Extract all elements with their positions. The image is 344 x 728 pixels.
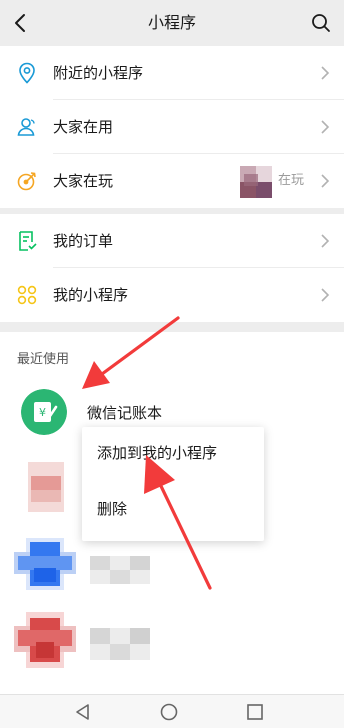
nav-home-icon[interactable]: [158, 701, 180, 723]
add-to-my-mini-programs-option[interactable]: 添加到我的小程序: [97, 433, 217, 473]
menu-item-label: 大家在用: [53, 118, 114, 136]
top-bar: 小程序: [0, 0, 344, 46]
search-icon: [312, 14, 330, 32]
playing-status-text: 在玩: [277, 173, 304, 188]
chevron-right-icon: [321, 288, 330, 302]
delete-option[interactable]: 删除: [97, 489, 127, 529]
menu-item-label: 附近的小程序: [53, 64, 144, 82]
blurred-app-name: [90, 628, 150, 660]
menu-item-orders[interactable]: 我的订单: [0, 214, 344, 268]
grid-circles-icon: [17, 285, 37, 305]
menu-item-label: 我的订单: [53, 232, 114, 250]
svg-text:¥: ¥: [39, 406, 46, 419]
chevron-right-icon: [321, 174, 330, 188]
discover-card: 附近的小程序 大家在用 大家在玩 在玩: [0, 46, 344, 208]
target-icon: [17, 172, 36, 191]
nav-back-icon[interactable]: [72, 701, 94, 723]
blurred-app-name: [90, 556, 150, 584]
chevron-right-icon: [321, 66, 330, 80]
nav-recents-icon[interactable]: [244, 701, 266, 723]
my-card: 我的订单 我的小程序: [0, 214, 344, 322]
section-label-recent: 最近使用: [17, 352, 70, 367]
blurred-app-icon[interactable]: [14, 538, 76, 590]
location-pin-icon: [19, 62, 35, 84]
menu-item-popular[interactable]: 大家在用: [0, 100, 344, 154]
menu-item-label: 大家在玩: [53, 172, 114, 190]
system-nav-bar: [0, 694, 344, 728]
blurred-app-icon[interactable]: [14, 612, 76, 668]
user-icon: [17, 118, 35, 136]
bookkeeping-app-icon: ¥: [21, 389, 67, 435]
chevron-right-icon: [321, 120, 330, 134]
menu-item-playing[interactable]: 大家在玩 在玩: [0, 154, 344, 208]
blurred-app-icon[interactable]: [28, 462, 64, 512]
chevron-right-icon: [321, 234, 330, 248]
menu-item-label: 我的小程序: [53, 286, 129, 304]
search-button[interactable]: [306, 8, 336, 38]
mini-programs-page: 小程序 附近的小程序 大家在用 大家在玩 在玩 我的订单 我的小程序 最近使用 …: [0, 0, 344, 728]
order-list-icon: [19, 231, 37, 251]
page-title: 小程序: [147, 13, 196, 32]
context-menu: 添加到我的小程序 删除: [82, 427, 264, 541]
blurred-avatar-thumbnail: [240, 166, 272, 198]
menu-item-my-mini-programs[interactable]: 我的小程序: [0, 268, 344, 322]
menu-item-nearby[interactable]: 附近的小程序: [0, 46, 344, 100]
